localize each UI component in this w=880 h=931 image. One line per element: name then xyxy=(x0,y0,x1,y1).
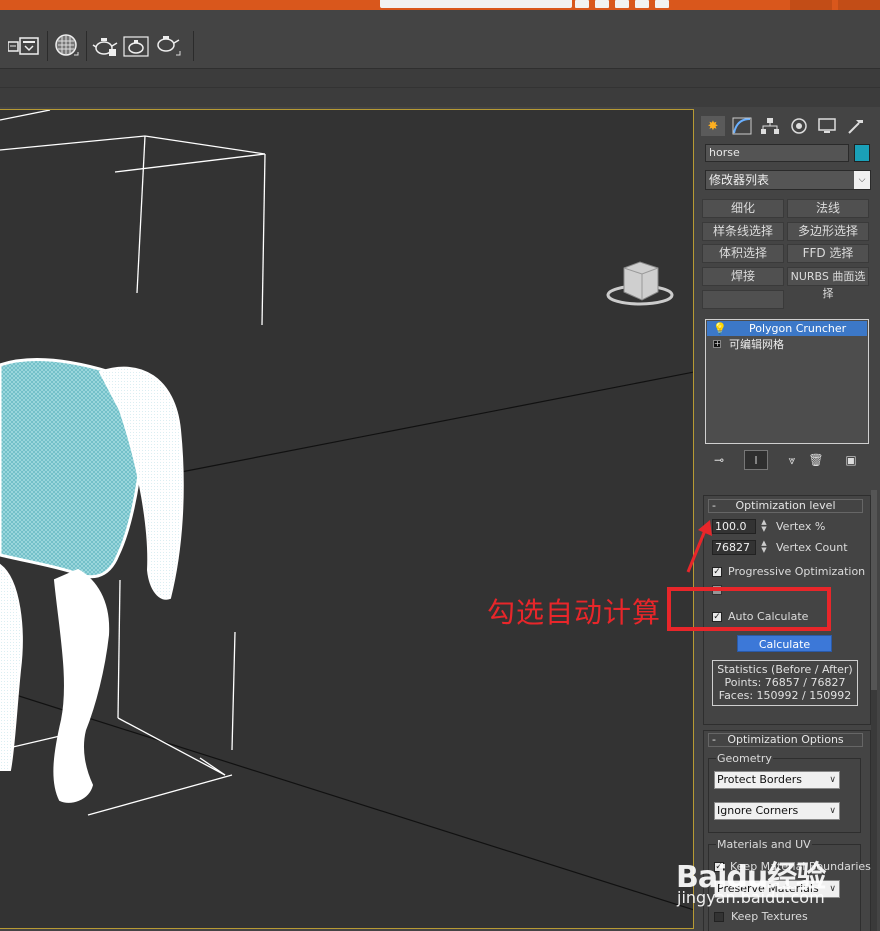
viewport-scene xyxy=(0,110,693,911)
spinner-arrows-icon[interactable]: ▲ ▼ xyxy=(759,540,769,555)
chevron-down-icon: ∨ xyxy=(829,775,836,785)
chevron-down-icon: ∨ xyxy=(829,884,836,894)
vertex-count-label: Vertex Count xyxy=(776,541,848,554)
select-value: Ignore Corners xyxy=(717,804,799,817)
remove-modifier-icon[interactable]: 🗑 xyxy=(804,450,828,470)
geometry-group xyxy=(708,758,861,833)
titlebar-icons xyxy=(575,0,669,9)
stack-item-label: Polygon Cruncher xyxy=(749,322,847,335)
minimize-button[interactable] xyxy=(790,0,832,10)
annotation-highlight-box xyxy=(667,587,831,631)
materials-group-label: Materials and UV xyxy=(716,838,812,851)
vertex-count-spinner[interactable]: 76827 xyxy=(712,540,756,555)
user-icon[interactable] xyxy=(615,0,629,8)
object-color-swatch[interactable] xyxy=(854,144,870,162)
create-icon[interactable]: ✸ xyxy=(701,116,725,136)
stack-item-polygon-cruncher[interactable]: 💡 Polygon Cruncher xyxy=(707,321,867,336)
chevron-down-icon: ∨ xyxy=(829,806,836,816)
hierarchy-icon[interactable] xyxy=(758,116,782,136)
render-active-icon[interactable] xyxy=(121,30,151,62)
toolbar-separator xyxy=(47,31,48,61)
statistics-box: Statistics (Before / After) Points: 7685… xyxy=(712,660,858,706)
panel-scrollbar-thumb[interactable] xyxy=(871,490,877,690)
spinner-arrows-icon[interactable]: ▲ ▼ xyxy=(759,519,769,534)
close-button[interactable] xyxy=(838,0,880,10)
motion-icon[interactable] xyxy=(787,116,811,136)
ribbon-strip xyxy=(0,69,880,107)
stack-item-editable-mesh[interactable]: + 可编辑网格 xyxy=(707,337,867,352)
optimization-level-header[interactable]: - Optimization level xyxy=(708,499,863,513)
toolbar-separator xyxy=(193,31,194,61)
modifier-button-nurbs-select[interactable]: NURBS 曲面选择 xyxy=(787,267,869,300)
ignore-corners-select[interactable]: Ignore Corners ∨ xyxy=(714,802,840,820)
expand-icon[interactable]: + xyxy=(713,340,721,348)
modifier-stack[interactable]: 💡 Polygon Cruncher + 可编辑网格 xyxy=(705,319,869,444)
statistics-points: Points: 76857 / 76827 xyxy=(724,676,846,689)
modifier-button-tessellate[interactable]: 细化 xyxy=(702,199,784,218)
search-box[interactable] xyxy=(380,0,572,8)
select-value: Protect Borders xyxy=(717,773,802,786)
arrow-icon[interactable] xyxy=(595,0,609,8)
configure-modifier-sets-icon[interactable]: ▣ xyxy=(839,450,863,470)
help-icon[interactable] xyxy=(655,0,669,8)
protect-borders-select[interactable]: Protect Borders ∨ xyxy=(714,771,840,789)
modifier-button-normal[interactable]: 法线 xyxy=(787,199,869,218)
annotation-text: 勾选自动计算 xyxy=(487,596,662,629)
keep-textures-label: Keep Textures xyxy=(731,910,808,923)
utilities-icon[interactable] xyxy=(844,116,868,136)
vertex-percent-label: Vertex % xyxy=(776,520,826,533)
chevron-down-icon: ⌵ xyxy=(854,171,870,189)
calculate-button[interactable]: Calculate xyxy=(737,635,832,652)
pin-stack-icon[interactable]: ⊸ xyxy=(707,450,731,470)
object-name-field[interactable]: horse xyxy=(705,144,849,162)
modifier-button-empty[interactable] xyxy=(702,290,784,309)
optimization-options-header[interactable]: - Optimization Options xyxy=(708,733,863,747)
rollout-title: Optimization level xyxy=(735,499,836,512)
pin-icon[interactable] xyxy=(575,0,589,8)
rollout-title: Optimization Options xyxy=(727,733,844,746)
geometry-group-label: Geometry xyxy=(716,752,773,765)
modifier-list-label: 修改器列表 xyxy=(709,173,770,187)
keep-textures-checkbox[interactable] xyxy=(714,912,724,922)
vertex-percent-spinner[interactable]: 100.0 xyxy=(712,519,756,534)
modifier-button-poly-select[interactable]: 多边形选择 xyxy=(787,222,869,241)
progressive-optimization-label: Progressive Optimization xyxy=(728,565,866,578)
perspective-viewport[interactable] xyxy=(0,109,694,929)
watermark-url: jingyan.baidu.com xyxy=(677,888,825,907)
toolbar-separator xyxy=(86,31,87,61)
material-editor-icon[interactable] xyxy=(52,30,82,62)
star-icon[interactable] xyxy=(635,0,649,8)
render-setup-icon[interactable] xyxy=(14,30,44,62)
lightbulb-icon[interactable]: 💡 xyxy=(713,321,727,336)
make-unique-icon[interactable]: ⩔ xyxy=(780,450,804,470)
stack-item-label: 可编辑网格 xyxy=(729,338,784,351)
modifier-button-spline-select[interactable]: 样条线选择 xyxy=(702,222,784,241)
modifier-button-ffd-select[interactable]: FFD 选择 xyxy=(787,244,869,263)
modifier-button-vol-select[interactable]: 体积选择 xyxy=(702,244,784,263)
statistics-title: Statistics (Before / After) xyxy=(717,663,853,676)
modifier-button-weld[interactable]: 焊接 xyxy=(702,267,784,286)
statistics-faces: Faces: 150992 / 150992 xyxy=(718,689,852,702)
show-end-result-icon[interactable]: ⏽ xyxy=(744,450,768,470)
modifier-list-dropdown[interactable]: 修改器列表 ⌵ xyxy=(705,170,871,190)
render-production-icon[interactable] xyxy=(153,30,183,62)
annotation-arrow-icon xyxy=(686,520,712,573)
render-teapot-icon[interactable] xyxy=(90,30,120,62)
modify-icon[interactable] xyxy=(730,116,754,136)
display-icon[interactable] xyxy=(815,116,839,136)
viewcube-icon[interactable] xyxy=(604,258,676,312)
